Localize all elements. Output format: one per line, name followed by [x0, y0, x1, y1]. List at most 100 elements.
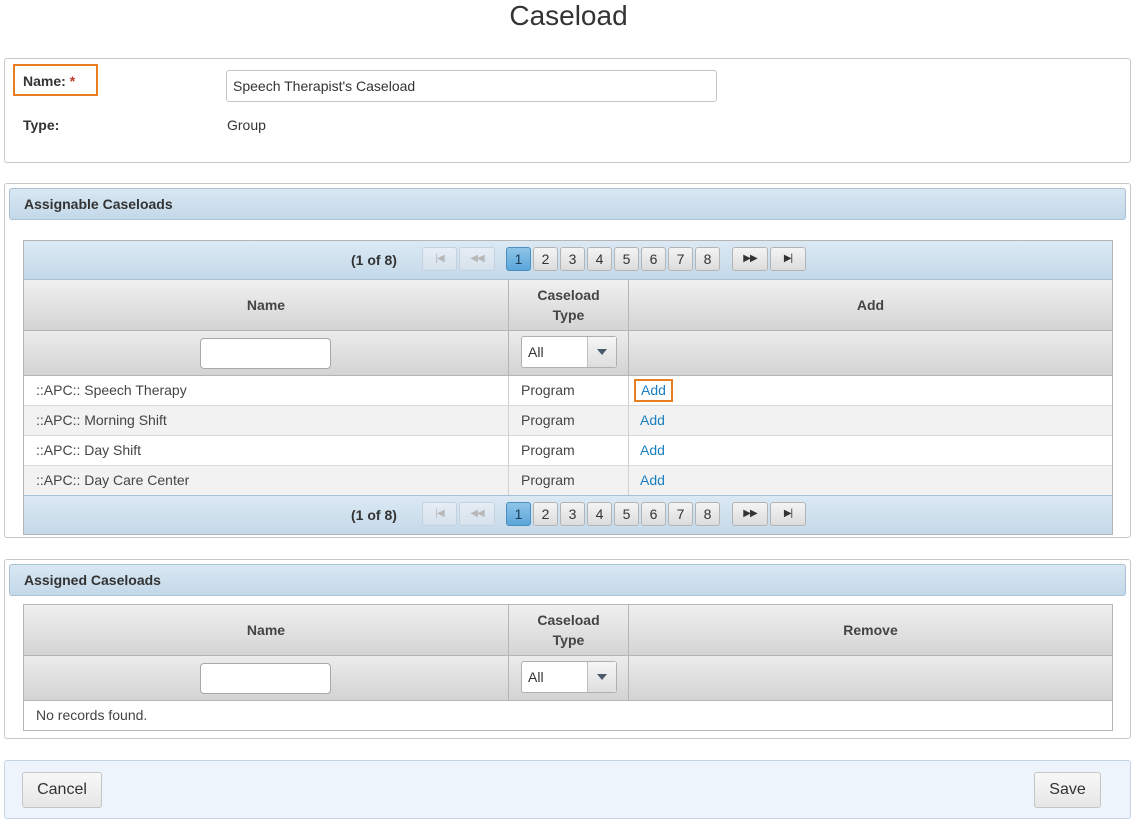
next-page-icon: ▶▶ — [743, 253, 757, 264]
name-filter-cell — [24, 331, 509, 375]
type-value: Group — [227, 117, 266, 133]
name-label-text: Name: — [23, 73, 66, 89]
row-name: ::APC:: Speech Therapy — [24, 376, 509, 405]
row-type: Program — [509, 436, 629, 465]
page-4-button[interactable]: 4 — [587, 502, 612, 526]
row-action-cell: Add — [629, 466, 1112, 495]
page-5-button[interactable]: 5 — [614, 502, 639, 526]
last-page-icon: ▶| — [783, 508, 793, 519]
dropdown-arrow-icon[interactable] — [588, 662, 616, 692]
page-count: (1 of 8) — [351, 252, 397, 268]
page-6-button[interactable]: 6 — [641, 247, 666, 271]
caseload-type-filter-value: All — [522, 337, 588, 367]
row-action-cell: Add — [629, 436, 1112, 465]
table-row: ::APC:: Speech Therapy Program Add — [24, 376, 1112, 406]
cancel-button[interactable]: Cancel — [22, 772, 102, 808]
name-filter-input[interactable] — [200, 663, 331, 694]
pager-top: (1 of 8) |◀ ◀◀ 1 2 3 4 5 6 7 8 ▶▶ ▶| — [24, 241, 1112, 280]
caseload-type-column-header[interactable]: Caseload Type — [509, 280, 629, 330]
name-filter-input[interactable] — [200, 338, 331, 369]
add-link[interactable]: Add — [637, 410, 668, 430]
pager-bottom: (1 of 8) |◀ ◀◀ 1 2 3 4 5 6 7 8 ▶▶ ▶| — [24, 495, 1112, 534]
caseload-type-filter-select[interactable]: All — [521, 661, 617, 693]
previous-page-icon: ◀◀ — [470, 508, 484, 519]
assigned-caseloads-table: Name Caseload Type Remove All No records … — [23, 604, 1113, 731]
name-label: Name: * — [23, 73, 75, 89]
page-7-button[interactable]: 7 — [668, 502, 693, 526]
page-4-button[interactable]: 4 — [587, 247, 612, 271]
last-page-button[interactable]: ▶| — [770, 502, 806, 526]
type-label: Type: — [23, 117, 60, 133]
assignable-caseloads-header: Assignable Caseloads — [9, 188, 1126, 220]
previous-page-icon: ◀◀ — [470, 253, 484, 264]
row-name: ::APC:: Day Care Center — [24, 466, 509, 495]
add-link[interactable]: Add — [637, 440, 668, 460]
page-2-button[interactable]: 2 — [533, 502, 558, 526]
caseload-type-filter-value: All — [522, 662, 588, 692]
type-filter-cell: All — [509, 331, 629, 375]
table-row: ::APC:: Morning Shift Program Add — [24, 406, 1112, 436]
table-row: ::APC:: Day Shift Program Add — [24, 436, 1112, 466]
previous-page-button[interactable]: ◀◀ — [459, 247, 495, 271]
name-input[interactable] — [226, 70, 717, 102]
page-1-button[interactable]: 1 — [506, 502, 531, 526]
dropdown-arrow-icon[interactable] — [588, 337, 616, 367]
first-page-icon: |◀ — [435, 253, 444, 264]
row-action-cell: Add — [629, 406, 1112, 435]
caseload-details-panel: Name: * Type: Group — [4, 58, 1131, 163]
assignable-caseloads-panel: Assignable Caseloads (1 of 8) |◀ ◀◀ 1 2 … — [4, 183, 1131, 538]
page-3-button[interactable]: 3 — [560, 247, 585, 271]
caseload-type-column-header[interactable]: Caseload Type — [509, 605, 629, 655]
page-8-button[interactable]: 8 — [695, 502, 720, 526]
remove-filter-cell — [629, 656, 1112, 700]
next-page-icon: ▶▶ — [743, 508, 757, 519]
page-7-button[interactable]: 7 — [668, 247, 693, 271]
caseload-type-header-text: Caseload Type — [537, 287, 600, 323]
page-1-button[interactable]: 1 — [506, 247, 531, 271]
caseload-type-header-text: Caseload Type — [537, 612, 600, 648]
caseload-type-filter-select[interactable]: All — [521, 336, 617, 368]
footer-actions: Cancel Save — [4, 760, 1131, 819]
table-header-row: Name Caseload Type Remove — [24, 605, 1112, 656]
first-page-button[interactable]: |◀ — [422, 247, 457, 271]
row-action-cell: Add — [629, 376, 1112, 405]
assigned-caseloads-panel: Assigned Caseloads Name Caseload Type Rem… — [4, 559, 1131, 739]
page-6-button[interactable]: 6 — [641, 502, 666, 526]
table-header-row: Name Caseload Type Add — [24, 280, 1112, 331]
remove-column-header: Remove — [843, 622, 898, 638]
required-marker: * — [69, 73, 76, 89]
page-title: Caseload — [509, 0, 628, 31]
add-filter-cell — [629, 331, 1112, 375]
page-3-button[interactable]: 3 — [560, 502, 585, 526]
assignable-caseloads-table: (1 of 8) |◀ ◀◀ 1 2 3 4 5 6 7 8 ▶▶ ▶| Nam… — [23, 240, 1113, 535]
row-name: ::APC:: Day Shift — [24, 436, 509, 465]
row-type: Program — [509, 376, 629, 405]
page-count: (1 of 8) — [351, 507, 397, 523]
row-type: Program — [509, 406, 629, 435]
filter-row: All — [24, 656, 1112, 701]
page-5-button[interactable]: 5 — [614, 247, 639, 271]
row-type: Program — [509, 466, 629, 495]
filter-row: All — [24, 331, 1112, 376]
type-filter-cell: All — [509, 656, 629, 700]
next-page-button[interactable]: ▶▶ — [732, 502, 768, 526]
first-page-icon: |◀ — [435, 508, 444, 519]
name-column-header[interactable]: Name — [24, 605, 509, 655]
table-row: ::APC:: Day Care Center Program Add — [24, 466, 1112, 495]
page-2-button[interactable]: 2 — [533, 247, 558, 271]
name-column-header[interactable]: Name — [24, 280, 509, 330]
row-name: ::APC:: Morning Shift — [24, 406, 509, 435]
save-button[interactable]: Save — [1034, 772, 1101, 808]
next-page-button[interactable]: ▶▶ — [732, 247, 768, 271]
no-records-message: No records found. — [36, 707, 148, 723]
last-page-button[interactable]: ▶| — [770, 247, 806, 271]
previous-page-button[interactable]: ◀◀ — [459, 502, 495, 526]
page-8-button[interactable]: 8 — [695, 247, 720, 271]
name-filter-cell — [24, 656, 509, 700]
add-link[interactable]: Add — [634, 379, 673, 402]
assigned-caseloads-header: Assigned Caseloads — [9, 564, 1126, 596]
first-page-button[interactable]: |◀ — [422, 502, 457, 526]
add-column-header: Add — [856, 297, 885, 313]
add-link[interactable]: Add — [637, 470, 668, 490]
last-page-icon: ▶| — [783, 253, 793, 264]
